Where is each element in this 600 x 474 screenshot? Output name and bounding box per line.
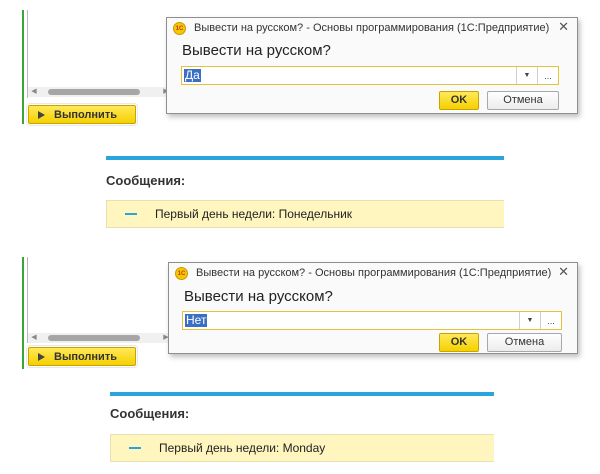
more-icon[interactable]: ... [537,67,558,84]
message-item: Первый день недели: Понедельник [106,200,504,228]
answer-value: Да [184,68,201,82]
left-green-border [22,10,24,124]
dialog-question: Вывести на русском? [182,42,331,59]
answer-value-field[interactable]: Да [182,67,516,84]
message-text: Первый день недели: Monday [159,441,326,455]
play-icon [38,110,45,119]
messages-header: Сообщения: [106,173,186,188]
scrollbar-thumb[interactable] [48,335,140,341]
run-button-label: Выполнить [54,108,117,121]
cancel-button[interactable]: Отмена [487,91,559,110]
message-dash-icon [125,213,137,215]
answer-combobox[interactable]: Да ▼ ... [181,66,559,85]
message-item: Первый день недели: Monday [110,434,494,462]
cancel-button[interactable]: Отмена [487,333,562,352]
left-green-border [22,257,24,369]
dialog-title: Вывести на русском? - Основы программиро… [194,22,550,34]
run-button[interactable]: Выполнить [26,345,138,368]
answer-combobox[interactable]: Нет ▼ ... [182,311,562,330]
dropdown-arrow-icon[interactable]: ▼ [519,312,540,329]
dialog-titlebar: 1С Вывести на русском? - Основы программ… [169,263,577,283]
message-text: Первый день недели: Понедельник [155,207,353,221]
dropdown-arrow-icon[interactable]: ▼ [516,67,537,84]
app-1c-icon: 1С [173,21,186,35]
close-icon[interactable]: ✕ [558,19,569,35]
dialog-question: Вывести на русском? [184,288,333,305]
ok-button[interactable]: OK [439,333,479,352]
ok-button[interactable]: OK [439,91,479,110]
close-icon[interactable]: ✕ [558,264,569,280]
dialog-titlebar: 1С Вывести на русском? - Основы программ… [167,18,577,38]
app-1c-icon: 1С [175,266,188,280]
run-button[interactable]: Выполнить [26,103,138,126]
form-frame-line [27,257,28,343]
messages-header: Сообщения: [110,406,190,421]
run-button-label: Выполнить [54,350,117,363]
answer-value-field[interactable]: Нет [183,312,519,329]
message-dash-icon [129,447,141,449]
scroll-left-icon[interactable]: ◀ [30,333,38,343]
messages-divider [106,156,504,160]
more-icon[interactable]: ... [540,312,561,329]
form-frame-line [27,10,28,98]
horizontal-scrollbar[interactable]: ◀ ▶ [28,333,170,343]
scrollbar-thumb[interactable] [48,89,140,95]
horizontal-scrollbar[interactable]: ◀ ▶ [28,87,170,97]
input-dialog: 1С Вывести на русском? - Основы программ… [168,262,578,354]
messages-divider [110,392,494,396]
input-dialog: 1С Вывести на русском? - Основы программ… [166,17,578,114]
scroll-left-icon[interactable]: ◀ [30,87,38,97]
play-icon [38,352,45,361]
dialog-title: Вывести на русском? - Основы программиро… [196,267,552,279]
answer-value: Нет [185,313,208,327]
